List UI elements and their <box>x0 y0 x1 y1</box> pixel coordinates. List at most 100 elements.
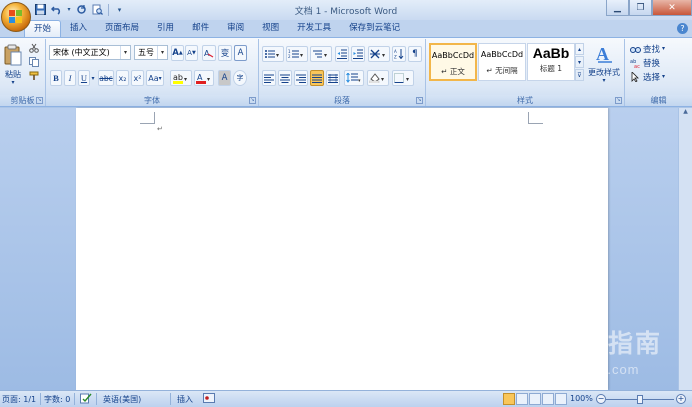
word-count[interactable]: 字数: 0 <box>44 394 70 405</box>
print-layout-icon[interactable] <box>503 393 515 405</box>
tab-7[interactable]: 开发工具 <box>288 20 340 37</box>
maximize-button[interactable]: ❐ <box>629 0 652 16</box>
font-launcher-icon[interactable]: ↘ <box>249 97 256 104</box>
help-icon[interactable]: ? <box>677 23 688 34</box>
bullets-icon[interactable]: ▾ <box>262 46 284 62</box>
tab-5[interactable]: 审阅 <box>218 20 253 37</box>
align-center-icon[interactable] <box>278 70 292 86</box>
proofing-icon[interactable] <box>80 393 92 406</box>
font-name-dropdown-icon[interactable]: ▾ <box>120 46 130 59</box>
show-marks-icon[interactable]: ¶ <box>408 46 422 62</box>
clipboard-group: 粘贴 ▾ 剪贴板 ↘ <box>0 39 46 106</box>
sort-icon[interactable]: AZ <box>392 46 406 62</box>
page-count[interactable]: 页面: 1/1 <box>2 394 36 405</box>
macro-record-icon[interactable] <box>203 393 215 406</box>
highlight-button[interactable]: ab ▾ <box>170 70 192 86</box>
customize-dropdown-icon[interactable]: ▾ <box>113 3 126 16</box>
zoom-level[interactable]: 100% <box>570 394 593 403</box>
insert-mode[interactable]: 插入 <box>177 394 193 405</box>
strikethrough-button[interactable]: abc <box>98 70 114 86</box>
font-size-dropdown-icon[interactable]: ▾ <box>157 46 167 59</box>
close-button[interactable]: ✕ <box>652 0 692 16</box>
justify-icon[interactable] <box>310 70 324 86</box>
print-preview-icon[interactable] <box>91 3 104 16</box>
numbering-icon[interactable]: 1 2 ▾ <box>286 46 308 62</box>
redo-icon[interactable] <box>75 3 88 16</box>
zoom-in-icon[interactable]: + <box>676 394 686 404</box>
select-button[interactable]: 选择 ▾ <box>630 70 665 83</box>
draft-view-icon[interactable] <box>555 393 567 405</box>
change-styles-dropdown-icon[interactable]: ▾ <box>584 76 624 84</box>
scroll-up-icon[interactable]: ▲ <box>679 108 692 120</box>
italic-button[interactable]: I <box>64 70 76 86</box>
clear-format-icon[interactable]: A <box>202 45 216 61</box>
font-size-combo[interactable]: 五号 ▾ <box>134 45 168 60</box>
crop-mark-top-left <box>140 112 155 124</box>
paste-dropdown-icon[interactable]: ▾ <box>1 78 25 86</box>
full-screen-reading-icon[interactable] <box>516 393 528 405</box>
font-color-button[interactable]: A ▾ <box>194 70 214 86</box>
tab-4[interactable]: 邮件 <box>183 20 218 37</box>
subscript-button[interactable]: x₂ <box>116 70 129 86</box>
superscript-button[interactable]: x² <box>131 70 144 86</box>
increase-indent-icon[interactable] <box>351 46 365 62</box>
char-shading-button[interactable]: A <box>218 70 231 86</box>
tab-8[interactable]: 保存到云笔记 <box>340 20 409 37</box>
svg-text:▾: ▾ <box>300 52 303 59</box>
minimize-button[interactable]: ▁ <box>606 0 629 16</box>
style-item[interactable]: AaBbCcDd ↵ 无间隔 <box>478 43 526 81</box>
align-right-icon[interactable] <box>294 70 308 86</box>
shading-icon[interactable]: ▾ <box>367 70 389 86</box>
web-layout-icon[interactable] <box>529 393 541 405</box>
gallery-down-icon[interactable]: ▾ <box>575 56 584 68</box>
paragraph-launcher-icon[interactable]: ↘ <box>416 97 423 104</box>
grow-font-button[interactable]: A ▲ <box>171 45 184 61</box>
paragraph-mark: ↵ <box>157 125 163 133</box>
undo-icon[interactable] <box>50 3 63 16</box>
multilevel-list-icon[interactable]: ▾ <box>310 46 332 62</box>
style-sample: AaBbCcDd <box>431 51 475 60</box>
style-name: 标题 1 <box>539 64 563 73</box>
line-spacing-icon[interactable]: ▾ <box>344 70 364 86</box>
borders-icon[interactable]: ▾ <box>392 70 414 86</box>
change-case-button[interactable]: Aa ▾ <box>146 70 164 86</box>
close-icon: ✕ <box>668 2 676 13</box>
gallery-more-icon[interactable]: ⊽ <box>575 69 584 81</box>
char-border-button[interactable]: A <box>234 45 247 61</box>
gallery-up-icon[interactable]: ▴ <box>575 43 584 55</box>
phonetic-guide-button[interactable]: 变 <box>218 45 232 61</box>
svg-text:▾: ▾ <box>358 78 361 83</box>
chinese-layout-icon[interactable]: ▾ <box>368 46 390 62</box>
font-name-combo[interactable]: 宋体 (中文正文) ▾ <box>49 45 131 60</box>
outline-view-icon[interactable] <box>542 393 554 405</box>
zoom-slider-thumb[interactable] <box>637 395 643 404</box>
decrease-indent-icon[interactable] <box>335 46 349 62</box>
underline-button[interactable]: U <box>78 70 90 86</box>
align-left-icon[interactable] <box>262 70 276 86</box>
tab-3[interactable]: 引用 <box>148 20 183 37</box>
styles-launcher-icon[interactable]: ↘ <box>615 97 622 104</box>
shrink-font-button[interactable]: A ▼ <box>185 45 198 61</box>
cut-icon[interactable] <box>27 42 41 54</box>
tab-1[interactable]: 插入 <box>61 20 96 37</box>
save-icon[interactable] <box>34 3 47 16</box>
bold-button[interactable]: B <box>50 70 62 86</box>
replace-button[interactable]: ab ac 替换 <box>630 56 660 69</box>
format-painter-icon[interactable] <box>27 70 41 82</box>
find-button[interactable]: 查找 ▾ <box>630 42 665 55</box>
zoom-out-icon[interactable]: − <box>596 394 606 404</box>
style-item[interactable]: AaBbCcDd ↵ 正文 <box>429 43 477 81</box>
undo-dropdown-icon[interactable]: ▾ <box>66 3 72 16</box>
paste-icon[interactable] <box>2 41 24 69</box>
copy-icon[interactable] <box>27 56 41 68</box>
enclose-char-button[interactable]: 字 <box>233 70 247 86</box>
clipboard-launcher-icon[interactable]: ↘ <box>36 97 43 104</box>
tab-6[interactable]: 视图 <box>253 20 288 37</box>
language-status[interactable]: 英语(美国) <box>103 394 141 405</box>
distribute-icon[interactable] <box>326 70 340 86</box>
tab-2[interactable]: 页面布局 <box>96 20 148 37</box>
underline-dropdown-icon[interactable]: ▾ <box>90 70 96 86</box>
change-styles-icon[interactable]: A <box>592 41 618 65</box>
office-button[interactable] <box>1 2 31 32</box>
style-item[interactable]: AaBb 标题 1 <box>527 43 575 81</box>
